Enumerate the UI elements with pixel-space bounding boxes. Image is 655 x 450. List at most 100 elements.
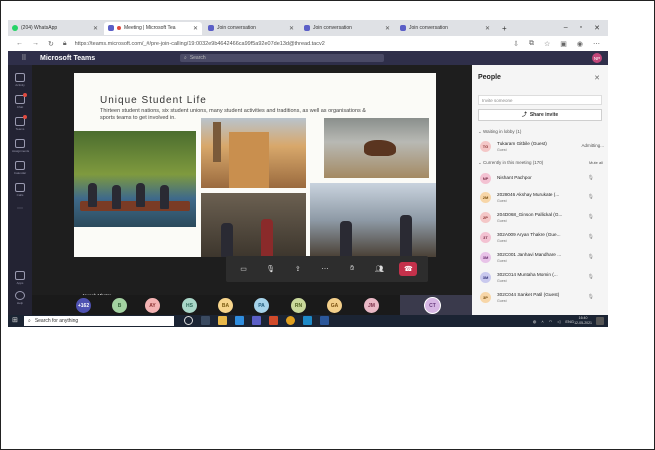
tab-label: (204) WhatsApp	[21, 25, 58, 31]
avatar: NP	[480, 173, 491, 184]
people-icon[interactable]: ◍	[533, 319, 537, 324]
participant-row[interactable]: 2M 2028046 Akshay Murukate (... Guest 🎙︎	[478, 190, 604, 206]
lobby-section-header[interactable]: ⌄ Waiting in lobby (1)	[478, 129, 521, 135]
share-screen-icon[interactable]: ⇪	[291, 262, 305, 276]
participant-row[interactable]: 3M 302C014 Muntaha Momin (... Guest 🎙︎	[478, 270, 604, 286]
windows-start-icon[interactable]: ⊞	[12, 317, 20, 325]
hang-up-button[interactable]: ☎︎	[399, 262, 418, 276]
people-icon[interactable]: 👥︎	[372, 262, 386, 276]
browser-tab-join-conversation[interactable]: Join conversation ✕	[204, 22, 298, 35]
teams-icon[interactable]	[252, 316, 261, 325]
mic-off-icon: 🎙︎	[587, 175, 594, 181]
more-actions-icon[interactable]: ⋯	[318, 262, 332, 276]
rail-item-calls[interactable]: Calls	[12, 183, 28, 197]
participant-name: Tukaram Gitbile (Guest)	[497, 141, 547, 146]
teams-header: ⠿ Microsoft Teams ⌕ Search NP	[8, 51, 608, 65]
meeting-section-header[interactable]: ⌄ Currently in this meeting (170)	[478, 160, 543, 166]
horse-riding-photo	[324, 118, 429, 178]
volume-icon[interactable]: ◁	[557, 319, 560, 324]
participant-avatar[interactable]: RN	[291, 298, 306, 313]
taskbar-search-input[interactable]: ⌕ Search for anything	[24, 316, 174, 326]
mute-all-button[interactable]: Mute all	[589, 160, 603, 165]
browser-tab-join-conversation[interactable]: Join conversation ✕	[300, 22, 394, 35]
rail-item-activity[interactable]: Activity	[12, 73, 28, 87]
rail-item-help[interactable]: Help	[12, 291, 28, 305]
refresh-icon[interactable]: ↻	[48, 40, 54, 48]
cortana-icon[interactable]	[184, 316, 193, 325]
browser-tab-teams-meeting[interactable]: Meeting | Microsoft Tea ✕	[104, 21, 202, 35]
edge-icon[interactable]	[303, 316, 312, 325]
download-icon[interactable]: ⇩	[513, 40, 519, 48]
collections-icon[interactable]: ▣	[560, 40, 567, 48]
participant-role: Guest	[497, 219, 507, 223]
avatar: 3M	[480, 272, 491, 283]
minimize-icon[interactable]: –	[564, 24, 568, 32]
task-view-icon[interactable]	[201, 316, 210, 325]
participant-row[interactable]: 3T 302A009 Aryan Thakre (Gue... Guest 🎙︎	[478, 230, 604, 246]
avatar[interactable]: NP	[592, 53, 602, 63]
participant-avatar[interactable]: AY	[145, 298, 160, 313]
participant-avatar[interactable]: GA	[327, 298, 342, 313]
more-icon[interactable]: ⋯	[593, 40, 600, 48]
clock[interactable]: 16:40 12-05-2021	[574, 316, 592, 325]
participant-avatar[interactable]: PA	[254, 298, 269, 313]
mic-off-icon[interactable]: 🎙︎	[264, 262, 278, 276]
new-tab-button[interactable]: +	[496, 24, 513, 33]
people-panel: People ✕ Invite someone ⤴ Share invite ⌄ …	[472, 65, 608, 315]
chevron-up-icon[interactable]: ˄	[541, 319, 543, 324]
rail-item-teams[interactable]: Teams	[12, 115, 28, 131]
shared-slide: Unique Student Life Thirteen student nat…	[74, 73, 436, 257]
back-icon[interactable]: ←	[16, 40, 23, 48]
participant-avatar[interactable]: BA	[218, 298, 233, 313]
close-window-icon[interactable]: ✕	[594, 24, 600, 32]
participant-overflow[interactable]: +162	[76, 298, 91, 313]
wifi-icon[interactable]: ◠	[549, 319, 553, 324]
file-explorer-icon[interactable]	[218, 316, 227, 325]
mic-off-icon: 🎙︎	[587, 234, 594, 240]
notification-icon[interactable]	[596, 317, 604, 325]
language-indicator[interactable]: ENG	[565, 319, 574, 324]
forward-icon[interactable]: →	[32, 40, 39, 48]
share-invite-button[interactable]: ⤴ Share invite	[478, 109, 602, 121]
close-icon[interactable]: ✕	[193, 25, 198, 32]
participant-avatar[interactable]: JM	[364, 298, 379, 313]
raise-hand-icon[interactable]: ✋︎	[345, 262, 359, 276]
maximize-icon[interactable]: ▫	[580, 24, 582, 32]
rail-item-assignments[interactable]: Assignments	[12, 139, 29, 153]
word-icon[interactable]	[320, 316, 329, 325]
share-icon: ⤴	[521, 112, 527, 118]
rail-item-chat[interactable]: Chat	[12, 93, 28, 109]
camera-off-icon[interactable]: ▭	[237, 262, 251, 276]
help-icon	[15, 291, 25, 300]
close-icon[interactable]: ✕	[289, 25, 294, 32]
profile-icon[interactable]: ◉	[577, 40, 583, 48]
close-icon[interactable]: ✕	[485, 25, 490, 32]
office-icon[interactable]	[269, 316, 278, 325]
participant-avatar[interactable]: B	[112, 298, 127, 313]
close-icon[interactable]: ✕	[93, 25, 98, 32]
url-field[interactable]: https://teams.microsoft.com/_#/pre-join-…	[75, 41, 325, 47]
close-icon[interactable]: ✕	[385, 25, 390, 32]
chrome-icon[interactable]	[286, 316, 295, 325]
notification-badge	[23, 115, 27, 119]
favorites-icon[interactable]: ☆	[544, 40, 550, 48]
participant-row[interactable]: NP Nishant Pachpor 🎙︎	[478, 171, 604, 187]
invite-input[interactable]: Invite someone	[478, 95, 602, 105]
participant-row[interactable]: 3P 302C044 Sanket Patil (Guest) Guest 🎙︎	[478, 290, 604, 306]
participant-row[interactable]: 2P 204D068_Ginson Pallickal (G... Guest …	[478, 210, 604, 226]
rail-item-more[interactable]: ⋯	[12, 205, 28, 212]
rail-item-apps[interactable]: Apps	[12, 271, 28, 285]
browser-tab-join-conversation[interactable]: Join conversation ✕	[396, 22, 494, 35]
extensions-icon[interactable]: ⧉	[529, 40, 534, 48]
lobby-row[interactable]: TG Tukaram Gitbile (Guest) Guest Admitti…	[478, 139, 604, 155]
rail-item-calendar[interactable]: Calendar	[12, 161, 28, 175]
avatar: 3P	[480, 292, 491, 303]
participant-avatar[interactable]: HS	[182, 298, 197, 313]
app-launcher-icon[interactable]: ⠿	[8, 54, 40, 62]
search-input[interactable]: ⌕ Search	[180, 54, 384, 62]
participant-row[interactable]: 3M 302C001 Janhavi Mandhare ... Guest 🎙︎	[478, 250, 604, 266]
browser-tab-whatsapp[interactable]: (204) WhatsApp ✕	[8, 22, 102, 35]
close-icon[interactable]: ✕	[594, 74, 600, 82]
store-icon[interactable]	[235, 316, 244, 325]
participant-name: 302A009 Aryan Thakre (Gue...	[497, 232, 561, 237]
